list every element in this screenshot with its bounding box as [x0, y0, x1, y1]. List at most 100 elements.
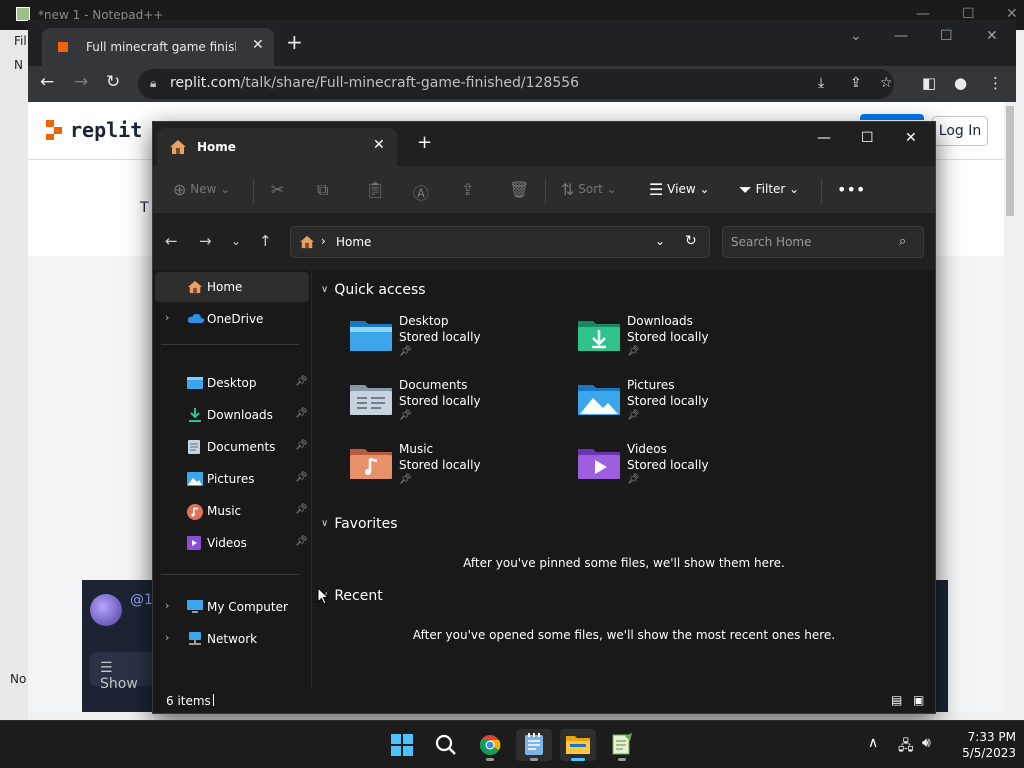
tab-search-icon[interactable]: ⌄: [850, 28, 862, 44]
explorer-tab-home[interactable]: Home ✕: [157, 128, 397, 166]
replit-logo[interactable]: replit: [46, 118, 142, 142]
quick-access-videos[interactable]: Videos Stored locally 📌︎: [577, 442, 797, 498]
cut-button[interactable]: ✂: [271, 180, 284, 199]
pin-icon[interactable]: 📌︎: [295, 408, 308, 419]
back-icon[interactable]: ←: [165, 232, 178, 250]
minimize-icon[interactable]: —: [817, 130, 831, 146]
network-icon: [189, 632, 201, 645]
volume-icon[interactable]: 🔊︎: [922, 735, 931, 751]
rename-button[interactable]: Ⓐ: [413, 180, 429, 204]
notepad-menu-file[interactable]: Fil: [14, 34, 27, 48]
up-icon[interactable]: ↑: [259, 232, 272, 250]
chrome-tab-active[interactable]: Full minecraft game finished - Re ✕: [42, 28, 274, 66]
share-icon[interactable]: ⇪: [850, 75, 862, 91]
signup-button[interactable]: [860, 114, 924, 120]
refresh-icon[interactable]: ↻: [685, 233, 697, 249]
back-icon[interactable]: ←: [40, 72, 54, 92]
site-info-icon[interactable]: 🔒︎: [150, 76, 156, 91]
notepad-menu-n[interactable]: N: [14, 58, 23, 72]
nav-item-pictures[interactable]: Pictures 📌︎: [155, 464, 309, 494]
nav-item-onedrive[interactable]: › OneDrive: [155, 304, 309, 334]
close-icon[interactable]: ✕: [905, 130, 917, 146]
taskbar-chrome[interactable]: [472, 729, 508, 761]
taskbar-file-explorer[interactable]: [560, 729, 596, 761]
share-button[interactable]: ⇪: [461, 180, 474, 199]
page-scrollbar[interactable]: [1004, 102, 1016, 712]
chrome-minimize-icon[interactable]: —: [894, 28, 908, 44]
system-clock[interactable]: 7:33 PM 5/5/2023: [946, 729, 1016, 761]
address-dropdown-icon[interactable]: ⌄: [655, 234, 665, 248]
forward-icon[interactable]: →: [74, 72, 88, 92]
bookmark-star-icon[interactable]: ☆: [880, 75, 893, 91]
nav-item-my-computer[interactable]: › My Computer: [155, 592, 309, 622]
taskbar-notes-app[interactable]: [516, 729, 552, 761]
search-input[interactable]: [731, 233, 891, 251]
new-button[interactable]: ⊕ New ⌄: [173, 180, 230, 199]
chevron-right-icon[interactable]: ›: [165, 599, 169, 612]
details-view-icon[interactable]: ▤: [891, 693, 902, 707]
side-panel-icon[interactable]: ◧: [922, 74, 936, 92]
quick-access-header[interactable]: ∨ Quick access: [321, 282, 426, 298]
recent-header[interactable]: ∨Recent: [321, 588, 383, 604]
pane-splitter[interactable]: [311, 270, 312, 688]
pin-icon[interactable]: 📌︎: [295, 440, 308, 451]
explorer-address-bar[interactable]: › Home ⌄ ↻: [290, 226, 710, 258]
explorer-search[interactable]: ⌕: [722, 226, 924, 258]
profile-icon[interactable]: ●: [954, 74, 967, 92]
quick-access-pictures[interactable]: Pictures Stored locally 📌︎: [577, 378, 797, 434]
sort-button[interactable]: ⇅ Sort ⌄: [561, 180, 617, 199]
reload-icon[interactable]: ↻: [106, 72, 120, 92]
start-button[interactable]: [384, 729, 420, 761]
forward-icon[interactable]: →: [199, 232, 212, 250]
chevron-right-icon[interactable]: ›: [165, 311, 169, 324]
login-button[interactable]: Log In: [932, 116, 988, 146]
mouse-cursor-icon: [317, 587, 329, 605]
copy-button[interactable]: ⧉: [317, 180, 328, 200]
nav-item-network[interactable]: › Network: [155, 624, 309, 654]
show-hidden-icons-icon[interactable]: ∧: [868, 735, 878, 751]
quick-access-downloads[interactable]: Downloads Stored locally 📌︎: [577, 314, 797, 370]
chevron-right-icon[interactable]: ›: [165, 631, 169, 644]
network-status-icon[interactable]: 🖧︎: [898, 735, 914, 759]
show-button[interactable]: ☰ Show: [90, 652, 154, 692]
nav-item-videos[interactable]: Videos 📌︎: [155, 528, 309, 558]
see-more-button[interactable]: •••: [837, 180, 865, 199]
recent-locations-icon[interactable]: ⌄: [231, 234, 241, 248]
taskbar-notepadpp[interactable]: [604, 729, 640, 761]
user-handle[interactable]: @1: [130, 592, 153, 608]
view-button[interactable]: ☰ View ⌄: [649, 180, 710, 199]
pin-icon[interactable]: 📌︎: [295, 504, 308, 515]
large-icons-view-icon[interactable]: ▣: [913, 693, 924, 707]
filter-button[interactable]: ⏷ Filter ⌄: [739, 180, 799, 200]
pin-icon[interactable]: 📌︎: [295, 472, 308, 483]
pin-icon: 📌︎: [399, 346, 412, 357]
nav-item-music[interactable]: Music 📌︎: [155, 496, 309, 526]
nav-item-desktop[interactable]: Desktop 📌︎: [155, 368, 309, 398]
address-bar[interactable]: 🔒︎ replit.com/talk/share/Full-minecraft-…: [138, 69, 894, 99]
nav-item-home[interactable]: Home: [155, 272, 309, 302]
search-button[interactable]: [428, 729, 464, 761]
new-tab-icon[interactable]: +: [286, 32, 303, 52]
maximize-icon[interactable]: ☐: [861, 130, 874, 146]
search-icon[interactable]: ⌕: [899, 234, 906, 249]
delete-button[interactable]: 🗑︎: [509, 180, 529, 199]
scrollbar-thumb[interactable]: [1006, 106, 1014, 216]
close-tab-icon[interactable]: ✕: [373, 137, 385, 153]
quick-access-desktop[interactable]: Desktop Stored locally 📌︎: [349, 314, 569, 370]
chrome-menu-icon[interactable]: ⋮: [988, 74, 1003, 92]
quick-access-music[interactable]: Music Stored locally 📌︎: [349, 442, 569, 498]
chrome-maximize-icon[interactable]: ☐: [940, 28, 953, 44]
close-tab-icon[interactable]: ✕: [252, 37, 264, 53]
new-tab-icon[interactable]: +: [417, 134, 432, 152]
install-icon[interactable]: ⤓: [818, 75, 824, 91]
nav-item-downloads[interactable]: Downloads 📌︎: [155, 400, 309, 430]
paste-button[interactable]: 📋︎: [365, 180, 385, 199]
nav-item-documents[interactable]: Documents 📌︎: [155, 432, 309, 462]
avatar[interactable]: [90, 594, 122, 626]
pin-icon[interactable]: 📌︎: [295, 536, 308, 547]
pin-icon[interactable]: 📌︎: [295, 376, 308, 387]
favorites-header[interactable]: ∨ Favorites: [321, 516, 398, 532]
quick-access-documents[interactable]: Documents Stored locally 📌︎: [349, 378, 569, 434]
chrome-close-icon[interactable]: ✕: [986, 28, 998, 44]
breadcrumb-home[interactable]: Home: [336, 235, 371, 249]
